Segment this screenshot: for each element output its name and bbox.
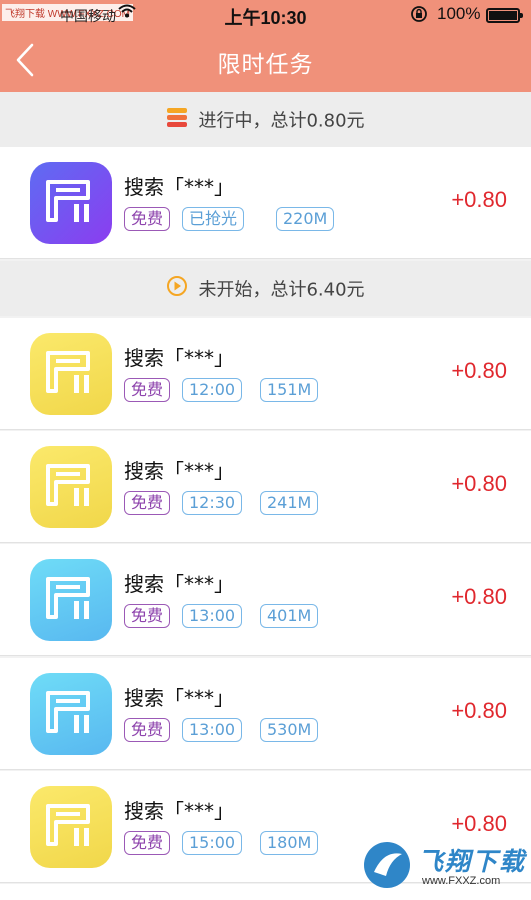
app-glyph-icon bbox=[46, 804, 90, 846]
task-name: 搜索「***」 bbox=[124, 686, 234, 710]
reward-amount: +0.80 bbox=[451, 358, 507, 383]
tag-size: 151M bbox=[260, 378, 319, 402]
site-watermark: 飞翔下载 www.FXXZ.com bbox=[362, 838, 530, 896]
app-glyph-icon bbox=[46, 351, 90, 393]
app-glyph-icon bbox=[46, 577, 90, 619]
section-header-not-started: 未开始，总计6.40元 bbox=[0, 261, 531, 316]
tag-time: 13:00 bbox=[182, 718, 243, 742]
tag-free: 免费 bbox=[124, 604, 171, 628]
task-row[interactable]: 搜索「***」 免费 12:00 151M +0.80 bbox=[0, 318, 531, 430]
reward-amount: +0.80 bbox=[451, 187, 507, 212]
app-icon bbox=[30, 446, 112, 528]
task-name: 搜索「***」 bbox=[124, 175, 234, 199]
rotation-lock-icon bbox=[410, 5, 428, 27]
app-icon bbox=[30, 673, 112, 755]
tag-size: 220M bbox=[276, 207, 335, 231]
tag-free: 免费 bbox=[124, 491, 171, 515]
task-name: 搜索「***」 bbox=[124, 799, 234, 823]
app-icon bbox=[30, 162, 112, 244]
task-name: 搜索「***」 bbox=[124, 459, 234, 483]
app-icon bbox=[30, 786, 112, 868]
task-name: 搜索「***」 bbox=[124, 572, 234, 596]
status-bar: 飞翔下载 WWW.FXXZ.COM 中国移动 上午10:30 100% bbox=[0, 0, 531, 28]
tag-free: 免费 bbox=[124, 378, 171, 402]
tag-status: 已抢光 bbox=[182, 207, 245, 231]
tag-time: 12:00 bbox=[182, 378, 243, 402]
task-row[interactable]: 搜索「***」 免费 13:00 530M +0.80 bbox=[0, 658, 531, 770]
tag-free: 免费 bbox=[124, 207, 171, 231]
reward-amount: +0.80 bbox=[451, 811, 507, 836]
page-title: 限时任务 bbox=[217, 52, 314, 78]
tag-size: 241M bbox=[260, 491, 319, 515]
battery-icon bbox=[486, 8, 523, 23]
task-row[interactable]: 搜索「***」 免费 13:00 401M +0.80 bbox=[0, 544, 531, 656]
tag-time: 12:30 bbox=[182, 491, 243, 515]
tag-size: 180M bbox=[260, 831, 319, 855]
play-circle-icon bbox=[166, 275, 188, 302]
tag-size: 401M bbox=[260, 604, 319, 628]
app-glyph-icon bbox=[46, 180, 90, 222]
reward-amount: +0.80 bbox=[451, 471, 507, 496]
app-icon bbox=[30, 333, 112, 415]
task-row[interactable]: 搜索「***」 免费 已抢光 220M +0.80 bbox=[0, 147, 531, 259]
tag-time: 15:00 bbox=[182, 831, 243, 855]
reward-amount: +0.80 bbox=[451, 698, 507, 723]
watermark-logo-text: 飞翔下载 bbox=[418, 847, 527, 876]
watermark-logo-icon bbox=[364, 842, 410, 888]
reward-amount: +0.80 bbox=[451, 584, 507, 609]
section-header-in-progress: 进行中，总计0.80元 bbox=[0, 92, 531, 147]
nav-bar: 限时任务 bbox=[0, 28, 531, 92]
task-name: 搜索「***」 bbox=[124, 346, 234, 370]
tag-time: 13:00 bbox=[182, 604, 243, 628]
stack-icon bbox=[166, 106, 188, 133]
tag-free: 免费 bbox=[124, 718, 171, 742]
app-icon bbox=[30, 559, 112, 641]
watermark-url: www.FXXZ.com bbox=[422, 875, 501, 887]
task-row[interactable]: 搜索「***」 免费 12:30 241M +0.80 bbox=[0, 431, 531, 543]
tag-free: 免费 bbox=[124, 831, 171, 855]
tag-size: 530M bbox=[260, 718, 319, 742]
app-glyph-icon bbox=[46, 691, 90, 733]
battery-percent: 100% bbox=[437, 4, 481, 23]
section-text: 进行中，总计0.80元 bbox=[198, 110, 365, 132]
app-glyph-icon bbox=[46, 464, 90, 506]
section-text: 未开始，总计6.40元 bbox=[198, 279, 365, 301]
